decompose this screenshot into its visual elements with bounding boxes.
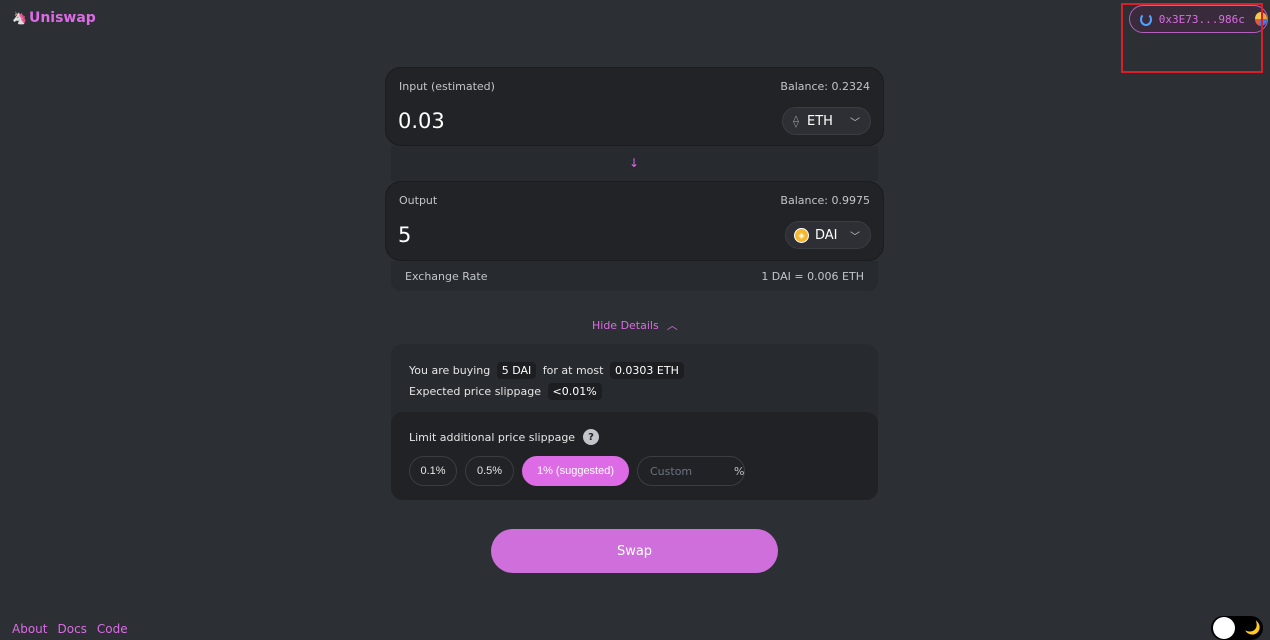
slippage-label: Expected price slippage [409,385,541,398]
percent-unit: % [734,464,745,478]
help-icon[interactable]: ? [583,429,600,445]
output-label: Output [399,194,438,207]
spinner-icon [1140,12,1152,26]
input-amount-field[interactable] [398,109,698,133]
input-panel: Input (estimated) Balance: 0.2324 ⟠ ETH … [385,67,884,146]
slippage-option-0-5[interactable]: 0.5% [465,456,514,486]
slippage-options: 0.1% 0.5% 1% (suggested) % [409,456,745,486]
max-cost-badge: 0.0303 ETH [609,362,684,379]
buy-amount-badge: 5 DAI [496,362,537,379]
output-balance: Balance: 0.9975 [780,194,870,207]
input-token-select[interactable]: ⟠ ETH ﹀ [782,107,871,135]
wallet-button[interactable]: 0x3E73...986c [1129,5,1268,33]
hide-details-toggle[interactable]: Hide Details ︿ [592,317,678,333]
trade-summary: You are buying 5 DAI for at most 0.0303 … [391,344,878,402]
footer-links: About Docs Code [12,622,128,636]
wallet-address: 0x3E73...986c [1158,12,1245,26]
identicon-icon [1254,12,1267,26]
moon-icon: 🌙 [1244,620,1261,636]
app-root: 🦄 Uniswap 0x3E73...986c Input (estimated… [0,0,1270,640]
footer-link-about[interactable]: About [12,622,47,636]
exchange-rate-row: Exchange Rate 1 DAI = 0.006 ETH [391,261,878,291]
arrow-down-icon[interactable]: ↓ [629,156,639,170]
chevron-down-icon: ﹀ [850,231,860,243]
output-token-symbol: DAI [815,227,838,243]
details-panel: You are buying 5 DAI for at most 0.0303 … [391,344,878,500]
footer-link-code[interactable]: Code [97,622,128,636]
input-token-symbol: ETH [807,113,833,129]
buying-line: You are buying 5 DAI for at most 0.0303 … [409,360,860,381]
buying-prefix: You are buying [409,364,491,377]
input-label: Input (estimated) [399,80,495,93]
logo-text: Uniswap [28,10,96,26]
output-token-select[interactable]: ◈ DAI ﹀ [785,221,871,249]
input-balance: Balance: 0.2324 [780,80,870,93]
chevron-up-icon: ︿ [666,319,678,332]
unicorn-icon: 🦄 [12,11,27,25]
custom-slippage-input[interactable] [650,464,730,478]
dai-icon: ◈ [794,227,809,243]
slippage-option-1-suggested[interactable]: 1% (suggested) [522,456,629,486]
eth-icon: ⟠ [793,114,799,128]
slippage-option-0-1[interactable]: 0.1% [409,456,457,486]
footer-link-docs[interactable]: Docs [57,622,86,636]
output-amount-field[interactable] [398,223,698,247]
exchange-rate-value: 1 DAI = 0.006 ETH [761,269,864,283]
theme-toggle[interactable]: 🌙 [1211,616,1263,640]
custom-slippage-field[interactable]: % [637,456,745,486]
exchange-rate-label: Exchange Rate [405,269,488,283]
toggle-knob [1213,617,1235,639]
slippage-limit-label: Limit additional price slippage [409,430,576,444]
at-most-text: for at most [542,364,604,377]
logo[interactable]: 🦄 Uniswap [12,10,96,26]
slippage-limit-section: Limit additional price slippage ? 0.1% 0… [391,412,878,500]
swap-button[interactable]: Swap [491,529,778,573]
slippage-line: Expected price slippage <0.01% [409,381,860,402]
slippage-badge: <0.01% [547,383,602,400]
hide-details-label: Hide Details [592,318,659,332]
chevron-down-icon: ﹀ [850,117,860,129]
slippage-limit-title: Limit additional price slippage ? [409,429,600,445]
output-panel: Output Balance: 0.9975 ◈ DAI ﹀ [385,181,884,261]
